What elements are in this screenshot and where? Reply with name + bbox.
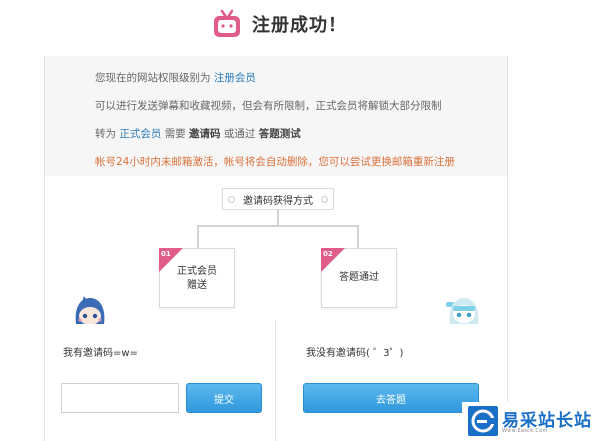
has-code-panel: 我有邀请码=w= 提交: [45, 320, 276, 441]
bottom-panels: 我有邀请码=w= 提交 我没有邀请码( ゜3゜) 去答题: [45, 320, 507, 441]
invite-method-diagram: 邀请码获得方式 01 正式会员 赠送 02 答题通过: [45, 176, 507, 320]
success-header: 注册成功！: [212, 6, 347, 42]
watermark: 易采站长站 Www.Easck.Com: [462, 402, 600, 441]
option-label: 正式会员 赠送: [177, 266, 217, 291]
upgrade-or: 或通过: [223, 128, 256, 140]
left-dot-icon: [228, 196, 235, 203]
invite-code-text: 邀请码: [189, 128, 221, 140]
connector-horizontal: [197, 225, 359, 227]
registration-card: 您现在的网站权限级别为 注册会员 可以进行发送弹幕和收藏视频，但会有所限制，正式…: [44, 56, 508, 441]
connector-center: [277, 210, 279, 226]
upgrade-need: 需要: [164, 128, 186, 140]
left-mascot-image: [72, 294, 108, 328]
option-member-gift: 01 正式会员 赠送: [159, 248, 235, 308]
activation-warning: 帐号24小时内未邮箱激活，帐号将会自动删除，您可以尝试更换邮箱重新注册: [95, 156, 455, 168]
level-link[interactable]: 注册会员: [214, 72, 256, 84]
right-mascot-image: [444, 294, 484, 328]
no-code-title: 我没有邀请码( ゜3゜): [306, 348, 404, 359]
quiz-test-text: 答题测试: [258, 128, 301, 140]
invite-method-box: 邀请码获得方式: [222, 188, 334, 210]
tv-mascot-icon: [212, 9, 242, 39]
info-line-permissions: 可以进行发送弹幕和收藏视频，但会有所限制，正式会员将解锁大部分限制: [95, 100, 442, 112]
formal-member-link[interactable]: 正式会员: [119, 128, 161, 140]
page-title: 注册成功！: [252, 15, 347, 36]
option-quiz-pass: 02 答题通过: [321, 248, 397, 308]
invite-method-label: 邀请码获得方式: [243, 195, 313, 207]
option-badge: 02: [321, 248, 345, 272]
info-line-upgrade: 转为 正式会员 需要 邀请码 或通过 答题测试: [95, 126, 301, 141]
watermark-logo-icon: [468, 406, 498, 436]
has-code-title: 我有邀请码=w=: [63, 348, 138, 359]
option-label: 答题通过: [339, 272, 379, 283]
watermark-sub: Www.Easck.Com: [502, 428, 548, 434]
submit-button[interactable]: 提交: [186, 383, 262, 413]
invite-code-input[interactable]: [61, 383, 179, 413]
go-answer-button[interactable]: 去答题: [303, 383, 479, 413]
upgrade-prefix: 转为: [95, 128, 116, 140]
info-line-level: 您现在的网站权限级别为 注册会员: [95, 70, 256, 85]
level-prefix: 您现在的网站权限级别为: [95, 72, 211, 84]
info-section: 您现在的网站权限级别为 注册会员 可以进行发送弹幕和收藏视频，但会有所限制，正式…: [45, 56, 507, 176]
right-dot-icon: [321, 196, 328, 203]
